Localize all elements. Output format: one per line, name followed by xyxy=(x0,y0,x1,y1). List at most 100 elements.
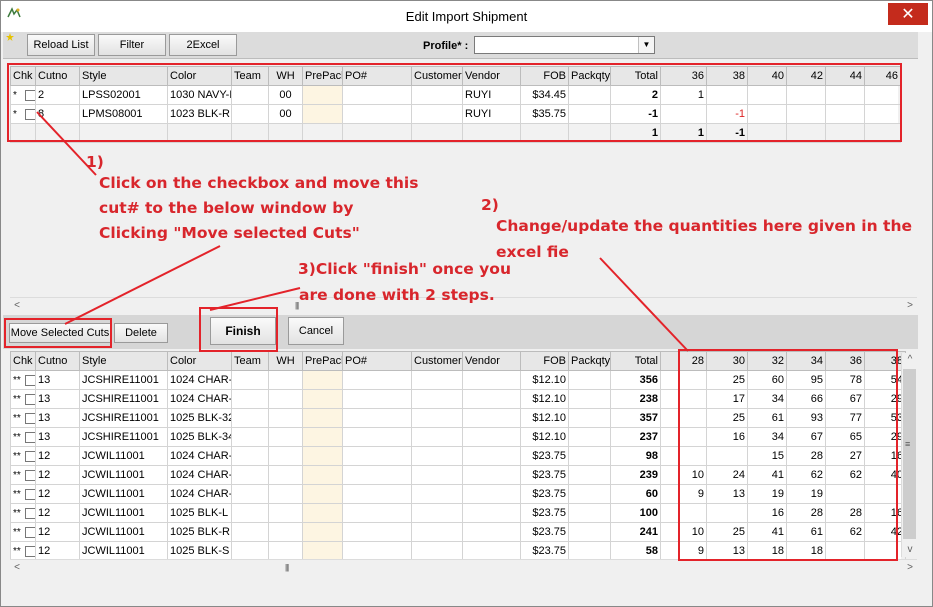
cell-vendor[interactable] xyxy=(462,408,521,428)
cell-customer[interactable] xyxy=(411,541,463,561)
cell-color[interactable]: 1025 BLK-L xyxy=(167,503,232,523)
cell-cutno[interactable]: 13 xyxy=(35,389,80,409)
col-packqty[interactable]: Packqty xyxy=(568,351,611,371)
cell-color[interactable]: 1024 CHAR-S xyxy=(167,484,232,504)
row-checkbox[interactable] xyxy=(25,488,35,500)
cell-prepack[interactable] xyxy=(302,484,343,504)
cell-fob[interactable]: $23.75 xyxy=(520,465,569,485)
cell-po[interactable] xyxy=(342,522,412,542)
cell-prepack[interactable] xyxy=(302,427,343,447)
cell-color[interactable]: 1024 CHAR-F xyxy=(167,465,232,485)
scroll-down-icon[interactable]: v xyxy=(902,543,918,557)
cell-chk[interactable]: ** xyxy=(10,446,36,466)
cell-prepack[interactable] xyxy=(302,541,343,561)
cell-fob[interactable]: $23.75 xyxy=(520,503,569,523)
cell-color[interactable]: 1024 CHAR-3 xyxy=(167,370,232,390)
cell-po[interactable] xyxy=(342,465,412,485)
cell-po[interactable] xyxy=(342,408,412,428)
cell-fob[interactable]: $12.10 xyxy=(520,408,569,428)
cell-wh[interactable] xyxy=(268,389,303,409)
cell-packqty[interactable] xyxy=(568,484,611,504)
cell-team[interactable] xyxy=(231,541,269,561)
row-checkbox[interactable] xyxy=(25,469,35,481)
cell-po[interactable] xyxy=(342,427,412,447)
cell-prepack[interactable] xyxy=(302,522,343,542)
row-checkbox[interactable] xyxy=(25,450,35,462)
cell-team[interactable] xyxy=(231,427,269,447)
cell-style[interactable]: JCSHIRE11001 xyxy=(79,408,168,428)
cell-chk[interactable]: ** xyxy=(10,503,36,523)
cell-fob[interactable]: $12.10 xyxy=(520,427,569,447)
cell-wh[interactable] xyxy=(268,408,303,428)
col-team[interactable]: Team xyxy=(231,351,269,371)
cell-vendor[interactable] xyxy=(462,389,521,409)
cell-style[interactable]: JCWIL11001 xyxy=(79,503,168,523)
cell-packqty[interactable] xyxy=(568,465,611,485)
dropdown-arrow-icon[interactable]: ▼ xyxy=(638,37,654,53)
cell-team[interactable] xyxy=(231,408,269,428)
cell-chk[interactable]: ** xyxy=(10,408,36,428)
cell-cutno[interactable]: 12 xyxy=(35,446,80,466)
cell-team[interactable] xyxy=(231,522,269,542)
cell-wh[interactable] xyxy=(268,465,303,485)
cell-po[interactable] xyxy=(342,503,412,523)
cell-po[interactable] xyxy=(342,541,412,561)
cell-style[interactable]: JCSHIRE11001 xyxy=(79,427,168,447)
cell-fob[interactable]: $23.75 xyxy=(520,484,569,504)
cell-vendor[interactable] xyxy=(462,503,521,523)
col-total[interactable]: Total xyxy=(610,351,661,371)
scroll-grip-icon[interactable]: ||| xyxy=(295,301,299,310)
cell-vendor[interactable] xyxy=(462,541,521,561)
row-checkbox[interactable] xyxy=(25,374,35,386)
col-po[interactable]: PO# xyxy=(342,351,412,371)
cell-vendor[interactable] xyxy=(462,465,521,485)
cell-chk[interactable]: ** xyxy=(10,484,36,504)
cell-team[interactable] xyxy=(231,465,269,485)
cell-customer[interactable] xyxy=(411,427,463,447)
cell-color[interactable]: 1024 CHAR-L xyxy=(167,446,232,466)
cell-cutno[interactable]: 12 xyxy=(35,541,80,561)
scroll-right-icon[interactable]: > xyxy=(903,299,917,312)
cell-fob[interactable]: $23.75 xyxy=(520,446,569,466)
cell-packqty[interactable] xyxy=(568,427,611,447)
cell-style[interactable]: JCSHIRE11001 xyxy=(79,370,168,390)
cell-team[interactable] xyxy=(231,446,269,466)
cell-wh[interactable] xyxy=(268,370,303,390)
scroll-right-icon[interactable]: > xyxy=(903,561,917,574)
cell-chk[interactable]: ** xyxy=(10,522,36,542)
cell-style[interactable]: JCWIL11001 xyxy=(79,446,168,466)
close-button[interactable]: ✕ xyxy=(888,3,928,25)
cell-wh[interactable] xyxy=(268,541,303,561)
cell-customer[interactable] xyxy=(411,484,463,504)
bottom-horizontal-scrollbar[interactable]: < ||| > xyxy=(10,559,917,574)
delete-button[interactable]: Delete xyxy=(114,323,168,343)
cell-wh[interactable] xyxy=(268,503,303,523)
cell-packqty[interactable] xyxy=(568,522,611,542)
cell-team[interactable] xyxy=(231,370,269,390)
cell-chk[interactable]: ** xyxy=(10,370,36,390)
row-checkbox[interactable] xyxy=(25,431,35,443)
cell-vendor[interactable] xyxy=(462,484,521,504)
col-cutno[interactable]: Cutno xyxy=(35,351,80,371)
bottom-vertical-scrollbar[interactable]: ^ ≡ v xyxy=(901,353,917,557)
reload-list-button[interactable]: Reload List xyxy=(27,34,95,56)
cell-packqty[interactable] xyxy=(568,541,611,561)
cell-cutno[interactable]: 12 xyxy=(35,503,80,523)
col-chk[interactable]: Chk xyxy=(10,351,36,371)
cell-wh[interactable] xyxy=(268,522,303,542)
cell-cutno[interactable]: 13 xyxy=(35,427,80,447)
cell-fob[interactable]: $12.10 xyxy=(520,389,569,409)
cell-color[interactable]: 1025 BLK-R xyxy=(167,522,232,542)
cell-packqty[interactable] xyxy=(568,503,611,523)
cell-vendor[interactable] xyxy=(462,370,521,390)
cell-prepack[interactable] xyxy=(302,446,343,466)
cell-fob[interactable]: $23.75 xyxy=(520,541,569,561)
cell-customer[interactable] xyxy=(411,370,463,390)
cell-po[interactable] xyxy=(342,389,412,409)
cell-customer[interactable] xyxy=(411,522,463,542)
scroll-thumb[interactable] xyxy=(903,369,916,539)
cell-color[interactable]: 1025 BLK-32 xyxy=(167,408,232,428)
cell-customer[interactable] xyxy=(411,465,463,485)
cell-prepack[interactable] xyxy=(302,408,343,428)
cell-style[interactable]: JCSHIRE11001 xyxy=(79,389,168,409)
